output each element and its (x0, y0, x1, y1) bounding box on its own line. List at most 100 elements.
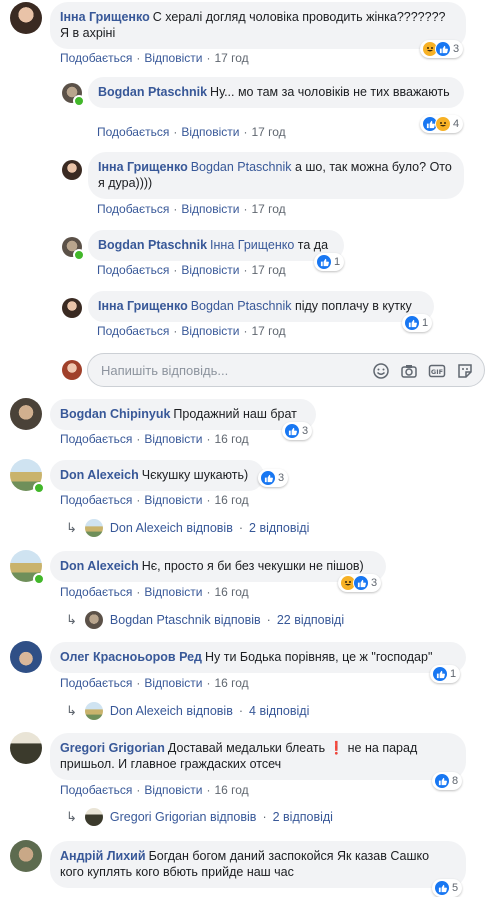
avatar[interactable] (62, 298, 82, 318)
reaction-summary[interactable]: 1 (402, 314, 433, 332)
timestamp[interactable]: 17 год (251, 125, 285, 139)
reply-link[interactable]: Відповісти (181, 125, 239, 139)
like-link[interactable]: Подобається (97, 324, 169, 338)
comment-bubble: Bogdan Ptaschnik Ну... мо там за чоловікі… (88, 77, 464, 108)
comment-bubble: Інна Грищенко С хералі догляд чоловіка пр… (50, 2, 466, 49)
like-icon (434, 773, 450, 789)
timestamp[interactable]: 17 год (214, 51, 248, 65)
comment-author[interactable]: Інна Грищенко (98, 299, 188, 313)
reply-link[interactable]: Відповісти (181, 202, 239, 216)
comment-text: піду поплачу в кутку (294, 299, 412, 313)
reaction-summary[interactable]: 1 (314, 253, 345, 271)
like-link[interactable]: Подобається (60, 432, 132, 446)
reaction-summary[interactable]: 3 (282, 422, 313, 440)
reaction-summary[interactable]: 3 (258, 469, 289, 487)
reply-arrow-icon: ↳ (66, 612, 77, 627)
reply-arrow-icon: ↳ (66, 703, 77, 718)
reaction-summary[interactable]: 4 (420, 115, 464, 133)
comment-actions: Подобається · Відповісти · 17 год (97, 125, 286, 139)
comment-author[interactable]: Інна Грищенко (60, 10, 150, 24)
reply-link[interactable]: Відповісти (181, 263, 239, 277)
like-link[interactable]: Подобається (97, 202, 169, 216)
avatar[interactable] (10, 2, 42, 34)
comment-author[interactable]: Андрій Лихий (60, 849, 146, 863)
like-link[interactable]: Подобається (60, 585, 132, 599)
thread-author[interactable]: Bogdan Ptaschnik відповів (110, 613, 261, 627)
avatar[interactable] (62, 160, 82, 180)
timestamp[interactable]: 16 год (214, 676, 248, 690)
timestamp[interactable]: 16 год (214, 432, 248, 446)
like-link[interactable]: Подобається (60, 783, 132, 797)
comment-author[interactable]: Don Alexeich (60, 559, 139, 573)
timestamp[interactable]: 16 год (214, 585, 248, 599)
like-link[interactable]: Подобається (97, 263, 169, 277)
replies-thread-link[interactable]: ↳ Don Alexeich відповів · 4 відповіді (66, 702, 309, 720)
like-link[interactable]: Подобається (97, 125, 169, 139)
comment-author[interactable]: Gregori Grigorian (60, 741, 165, 755)
reply-link[interactable]: Відповісти (181, 324, 239, 338)
comment-author[interactable]: Bogdan Ptaschnik (98, 85, 207, 99)
gif-icon[interactable]: GIF (428, 362, 446, 380)
comment-author[interactable]: Don Alexeich (60, 468, 139, 482)
comment-actions: Подобається · Відповісти · 16 год (60, 783, 249, 797)
comment-author[interactable]: Інна Грищенко (98, 160, 188, 174)
reaction-summary[interactable]: 5 (432, 879, 463, 897)
replies-thread-link[interactable]: ↳ Gregori Grigorian відповів · 2 відповіді (66, 808, 333, 826)
camera-icon[interactable] (400, 362, 418, 380)
like-icon (404, 315, 420, 331)
thread-count[interactable]: 2 відповіді (273, 810, 333, 824)
reply-link[interactable]: Відповісти (144, 585, 202, 599)
online-indicator (73, 249, 85, 261)
avatar[interactable] (10, 641, 42, 673)
reply-link[interactable]: Відповісти (144, 432, 202, 446)
reaction-summary[interactable]: 3 (420, 40, 464, 58)
haha-icon (435, 116, 451, 132)
timestamp[interactable]: 16 год (214, 783, 248, 797)
comment-text: Ну ти Бодька порівняв, це ж "господар" (204, 650, 433, 664)
comment-author[interactable]: Bogdan Ptaschnik (98, 238, 207, 252)
avatar[interactable] (10, 840, 42, 872)
sticker-icon[interactable] (456, 362, 474, 380)
thread-author[interactable]: Don Alexeich відповів (110, 521, 233, 535)
comment-author[interactable]: Олег Красноьоров Ред (60, 650, 202, 664)
reply-link[interactable]: Відповісти (144, 783, 202, 797)
comment-bubble: Don Alexeich Чєкушку шукають) (50, 460, 264, 491)
reply-link[interactable]: Відповісти (144, 493, 202, 507)
replies-thread-link[interactable]: ↳ Bogdan Ptaschnik відповів · 22 відповіді (66, 611, 344, 629)
thread-count[interactable]: 2 відповіді (249, 521, 309, 535)
avatar (84, 611, 103, 629)
reply-link[interactable]: Відповісти (144, 51, 202, 65)
mention[interactable]: Bogdan Ptaschnik (191, 160, 292, 174)
timestamp[interactable]: 17 год (251, 324, 285, 338)
reaction-summary[interactable]: 8 (432, 772, 463, 790)
emoji-icon[interactable] (372, 362, 390, 380)
reaction-summary[interactable]: 1 (430, 665, 461, 683)
avatar[interactable] (10, 732, 42, 764)
timestamp[interactable]: 17 год (251, 263, 285, 277)
thread-count[interactable]: 4 відповіді (249, 704, 309, 718)
reaction-count: 3 (278, 472, 285, 484)
reply-input[interactable]: Напишіть відповідь... GIF (87, 353, 485, 387)
reaction-summary[interactable]: 3 (338, 574, 382, 592)
reaction-count: 1 (334, 256, 341, 268)
replies-thread-link[interactable]: ↳ Don Alexeich відповів · 2 відповіді (66, 519, 309, 537)
reply-link[interactable]: Відповісти (144, 676, 202, 690)
comment-author[interactable]: Bogdan Chipinyuk (60, 407, 170, 421)
avatar (84, 519, 103, 537)
reply-arrow-icon: ↳ (66, 809, 77, 824)
thread-count[interactable]: 22 відповіді (277, 613, 344, 627)
avatar[interactable] (10, 398, 42, 430)
like-link[interactable]: Подобається (60, 51, 132, 65)
current-user-avatar (62, 360, 82, 380)
thread-author[interactable]: Gregori Grigorian відповів (110, 810, 257, 824)
thread-author[interactable]: Don Alexeich відповів (110, 704, 233, 718)
timestamp[interactable]: 16 год (214, 493, 248, 507)
like-icon (260, 470, 276, 486)
timestamp[interactable]: 17 год (251, 202, 285, 216)
online-indicator (73, 95, 85, 107)
svg-text:GIF: GIF (431, 368, 443, 376)
like-link[interactable]: Подобається (60, 676, 132, 690)
mention[interactable]: Інна Грищенко (210, 238, 294, 252)
mention[interactable]: Bogdan Ptaschnik (191, 299, 292, 313)
like-link[interactable]: Подобається (60, 493, 132, 507)
